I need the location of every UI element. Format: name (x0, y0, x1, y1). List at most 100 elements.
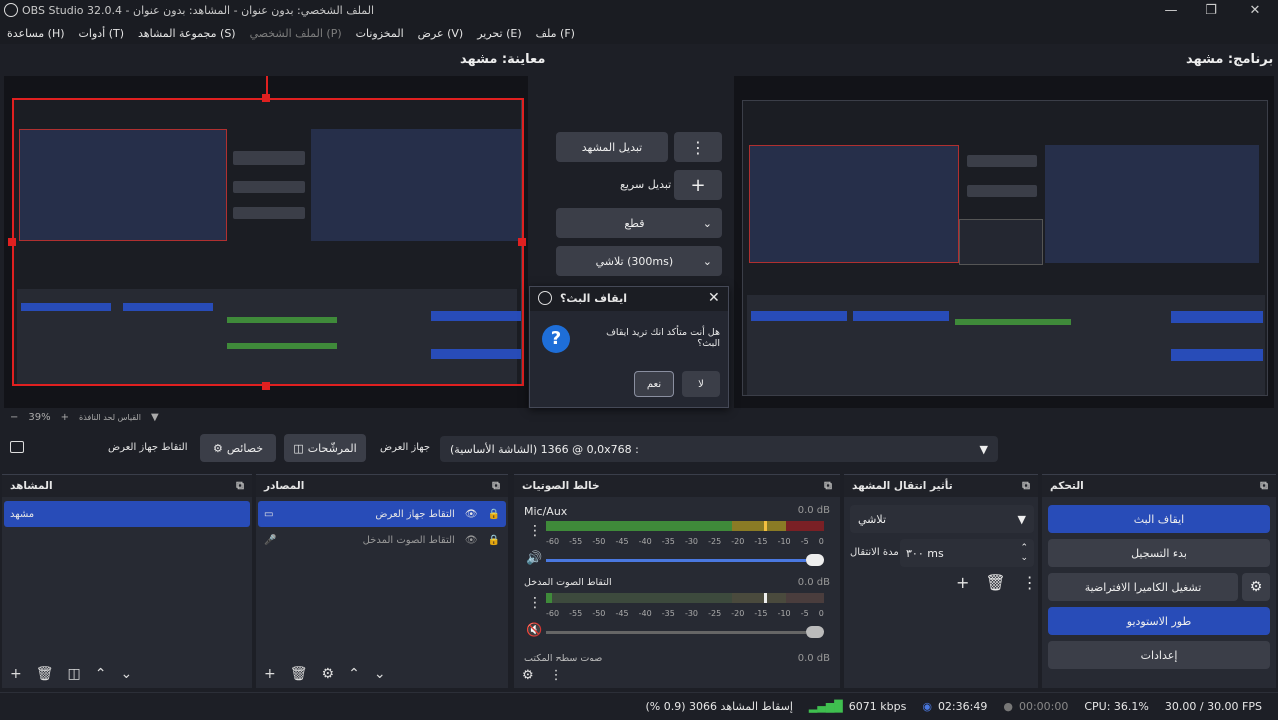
more-options-icon[interactable]: ⋮ (528, 595, 542, 611)
volume-slider[interactable] (546, 631, 806, 634)
float-icon[interactable]: ⧉ (492, 479, 500, 493)
menu-item[interactable]: مساعدة (H) (0, 22, 72, 44)
add-icon[interactable]: + (10, 666, 22, 682)
close-icon[interactable]: ✕ (708, 290, 720, 306)
program-canvas (734, 76, 1274, 408)
scale-tick: -10 (777, 609, 791, 618)
sources-title: المصادر (264, 480, 305, 492)
stop-streaming-button[interactable]: ايقاف البث (1048, 505, 1270, 533)
trash-icon[interactable]: 🗑 (985, 573, 1005, 592)
speaker-icon[interactable]: 🔊 (526, 551, 542, 566)
scale-tick: -60 (546, 537, 560, 546)
device-select[interactable]: (الشاشة الأساسية) 0,0 @ 1366x768 : ▼ (440, 436, 998, 462)
program-label: برنامج: مشهد (1186, 52, 1274, 67)
source-name: التقاط الصوت المدخل (362, 534, 455, 546)
add-icon[interactable]: + (956, 573, 969, 592)
volume-slider[interactable] (546, 559, 806, 562)
fade-transition-button[interactable]: تلاشي (300ms) ⌄ (556, 246, 722, 276)
add-quick-transition-icon[interactable]: + (674, 170, 722, 200)
scale-tick: -25 (708, 537, 722, 546)
up-icon[interactable]: ⌃ (95, 666, 107, 682)
sources-dock: المصادر ⧉ ▭ التقاط جهاز العرض 👁 🔒 🎤 التقا… (256, 474, 508, 688)
more-options-icon[interactable]: ⋮ (1022, 573, 1038, 592)
chevron-down-icon: ▼ (979, 442, 988, 456)
gear-icon[interactable]: ⚙ (322, 666, 335, 682)
minimize-icon[interactable]: — (1156, 1, 1186, 21)
menu-item[interactable]: أدوات (T) (72, 22, 132, 44)
preview-canvas[interactable] (4, 76, 528, 408)
title-bar: OBS Studio 32.0.4 - الملف الشخصي: بدون ع… (0, 0, 1278, 22)
more-options-icon[interactable]: ⋮ (674, 132, 722, 162)
cut-transition-button[interactable]: قطع ⌄ (556, 208, 722, 238)
virtual-camera-button[interactable]: تشغيل الكاميرا الافتراضية (1048, 573, 1238, 601)
studio-mode-button[interactable]: طور الاستوديو (1048, 607, 1270, 635)
more-options-icon[interactable]: ⋮ (528, 523, 542, 539)
menu-item[interactable]: تحرير (E) (470, 22, 528, 44)
restore-icon[interactable]: ❐ (1196, 1, 1226, 21)
scale-tick: -55 (569, 537, 583, 546)
down-icon[interactable]: ⌄ (120, 666, 132, 682)
volume-slider-handle[interactable] (806, 626, 824, 638)
filter-icon: ◫ (293, 441, 304, 455)
lock-icon[interactable]: 🔒 (488, 509, 500, 520)
menu-item[interactable]: مجموعة المشاهد (S) (131, 22, 243, 44)
properties-button[interactable]: ⚙ خصائص (200, 434, 276, 462)
scale-mode[interactable]: القياس لحد النافذة (79, 413, 141, 422)
obs-logo-icon (538, 291, 552, 305)
float-icon[interactable]: ⧉ (1260, 479, 1268, 493)
monitor-icon: ▭ (264, 508, 274, 520)
resize-handle-right[interactable] (518, 238, 526, 246)
zoom-out-icon[interactable]: − (10, 412, 18, 423)
float-icon[interactable]: ⧉ (1022, 479, 1030, 493)
gear-icon[interactable]: ⚙ (1242, 573, 1270, 601)
duration-spinbox[interactable]: ٣٠٠ ms ⌃ ⌄ (900, 539, 1034, 567)
record-time: 00:00:00 (1018, 700, 1069, 713)
meter-scale: -60 -55 -50 -45 -40 -35 -30 -25 -20 -15 -10 -5 0 (546, 609, 824, 618)
up-icon[interactable]: ⌃ (348, 666, 360, 682)
filters-button[interactable]: ◫ المرشّحات (284, 434, 366, 462)
down-icon[interactable]: ⌄ (374, 666, 386, 682)
source-item[interactable]: 🎤 التقاط الصوت المدخل 👁 🔒 (258, 527, 506, 553)
menu-item[interactable]: المخزونات (349, 22, 411, 44)
float-icon[interactable]: ⧉ (236, 479, 244, 493)
menu-item[interactable]: الملف الشخصي (P) (243, 22, 349, 44)
scale-tick: -5 (800, 609, 809, 618)
scene-item[interactable]: مشهد (4, 501, 250, 527)
eye-hidden-icon[interactable]: 👁 (465, 535, 478, 546)
scale-tick: -25 (708, 609, 722, 618)
settings-button[interactable]: إعدادات (1048, 641, 1270, 669)
transition-type-select[interactable]: تلاشي ▼ (850, 505, 1034, 533)
start-recording-button[interactable]: بدء التسجيل (1048, 539, 1270, 567)
swap-scene-button[interactable]: تبديل المشهد (556, 132, 668, 162)
chevron-down-icon[interactable]: ▼ (151, 412, 159, 423)
yes-button[interactable]: نعم (634, 371, 674, 397)
resize-handle-bottom[interactable] (262, 382, 270, 390)
resize-handle-left[interactable] (8, 238, 16, 246)
scale-tick: -15 (754, 537, 768, 546)
source-item[interactable]: ▭ التقاط جهاز العرض 👁 🔒 (258, 501, 506, 527)
menu-item[interactable]: عرض (V) (411, 22, 471, 44)
scenes-title: المشاهد (10, 480, 53, 492)
scale-tick: 0 (818, 609, 824, 618)
add-icon[interactable]: + (264, 666, 276, 682)
chevron-down-icon: ▼ (1017, 512, 1026, 526)
float-icon[interactable]: ⧉ (824, 479, 832, 493)
resize-handle-top[interactable] (262, 94, 270, 102)
volume-slider-handle[interactable] (806, 554, 824, 566)
speaker-muted-icon[interactable]: 🔇 (526, 623, 542, 638)
trash-icon[interactable]: 🗑 (36, 666, 54, 682)
menu-item[interactable]: ملف (F) (529, 22, 582, 44)
lock-icon[interactable]: 🔒 (488, 535, 500, 546)
eye-icon[interactable]: 👁 (465, 509, 478, 520)
spin-arrows-icon[interactable]: ⌃ ⌄ (1020, 543, 1028, 563)
zoom-in-icon[interactable]: + (61, 412, 69, 423)
gear-icon[interactable]: ⚙ (522, 668, 534, 683)
audio-mixer-dock: خالط الصوتيات ⧉ Mic/Aux 0.0 dB ⋮ -60 -55 -5… (514, 474, 840, 688)
more-options-icon[interactable]: ⋮ (550, 668, 563, 683)
close-icon[interactable]: ✕ (1240, 1, 1270, 21)
dialog-title: ايقاف البث؟ (560, 292, 627, 305)
trash-icon[interactable]: 🗑 (290, 666, 308, 682)
no-button[interactable]: لا (682, 371, 720, 397)
filter-icon[interactable]: ◫ (68, 666, 81, 682)
selection-box[interactable] (12, 98, 524, 386)
